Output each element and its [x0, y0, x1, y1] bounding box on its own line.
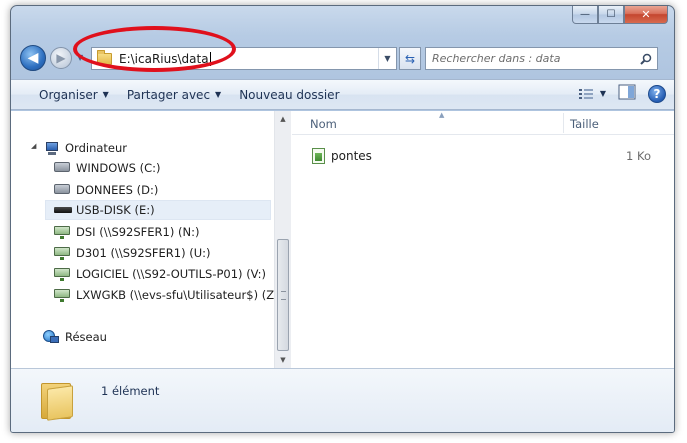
hard-drive-icon [54, 162, 70, 174]
network-drive-icon [54, 268, 70, 280]
network-drive-icon [54, 289, 70, 301]
sidebar-item-label: WINDOWS (C:) [76, 161, 161, 175]
caption-buttons: — ☐ ✕ [572, 6, 668, 24]
sidebar-item-label: DONNEES (D:) [76, 183, 159, 197]
sidebar-item-label: USB-DISK (E:) [76, 203, 155, 217]
preview-pane-button[interactable] [618, 84, 636, 103]
sidebar-item-drive-c[interactable]: WINDOWS (C:) [54, 158, 160, 178]
organize-label: Organiser [39, 87, 98, 102]
chevron-down-icon: ▼ [599, 89, 606, 98]
column-divider[interactable] [563, 113, 564, 133]
computer-icon [43, 141, 59, 155]
sidebar-item-label: Ordinateur [65, 141, 128, 155]
details-pane: 1 élément [11, 368, 674, 432]
sidebar-item-label: Réseau [65, 330, 107, 344]
details-view-icon [578, 88, 593, 99]
sidebar-item-computer[interactable]: ◢ Ordinateur [31, 138, 128, 158]
toolbar-right: ▼ ? [578, 84, 666, 103]
address-bar[interactable]: E:\icaRius\data ▼ [91, 47, 397, 70]
column-header-name[interactable]: Nom [310, 117, 337, 131]
organize-button[interactable]: Organiser ▼ [30, 83, 118, 107]
share-label: Partager avec [126, 87, 211, 102]
navigation-pane[interactable]: ◢ Ordinateur WINDOWS (C:) DONNEES (D:) U… [11, 111, 291, 368]
expand-arrow-icon[interactable]: ◢ [31, 142, 36, 150]
change-view-button[interactable]: ▼ [578, 88, 606, 100]
text-caret [209, 51, 211, 66]
share-button[interactable]: Partager avec ▼ [118, 83, 230, 107]
preview-pane-icon [618, 84, 636, 100]
file-size: 1 Ko [626, 149, 651, 163]
file-row[interactable]: pontes 1 Ko [306, 146, 666, 166]
network-icon [43, 330, 59, 344]
scroll-down-arrow[interactable]: ▼ [275, 352, 291, 368]
search-input[interactable] [426, 48, 635, 69]
sidebar-item-drive-n[interactable]: DSI (\\S92SFER1) (N:) [54, 222, 199, 242]
new-folder-button[interactable]: Nouveau dossier [230, 83, 348, 107]
content-area: ◢ Ordinateur WINDOWS (C:) DONNEES (D:) U… [11, 111, 674, 368]
sidebar-item-label: DSI (\\S92SFER1) (N:) [76, 225, 200, 239]
back-button[interactable]: ◀ [20, 45, 46, 71]
command-bar: Organiser ▼ Partager avec ▼ Nouveau doss… [11, 79, 674, 110]
recent-pages-dropdown[interactable]: ▼ [77, 54, 85, 62]
close-button[interactable]: ✕ [624, 6, 668, 24]
hard-drive-icon [54, 184, 70, 196]
scroll-up-arrow[interactable]: ▲ [275, 111, 291, 127]
column-header-size[interactable]: Taille [570, 117, 599, 131]
folder-icon [97, 49, 112, 65]
forward-button[interactable]: ▶ [50, 47, 72, 69]
sidebar-item-drive-d[interactable]: DONNEES (D:) [54, 180, 158, 200]
sidebar-item-network[interactable]: Réseau [43, 327, 107, 347]
navigation-bar: ◀ ▶ ▼ E:\icaRius\data ▼ ⇆ [11, 42, 674, 71]
folder-icon [41, 379, 75, 421]
file-list-pane[interactable]: ▲ Nom Taille pontes 1 Ko [292, 111, 674, 368]
chevron-down-icon: ▼ [215, 90, 222, 99]
network-drive-icon [54, 226, 70, 238]
address-dropdown-button[interactable]: ▼ [378, 48, 396, 69]
file-name: pontes [331, 149, 372, 163]
usb-drive-icon [54, 204, 72, 216]
sidebar-item-label: LOGICIEL (\\S92-OUTILS-P01) (V:) [76, 267, 266, 281]
maximize-button[interactable]: ☐ [598, 6, 624, 24]
search-box[interactable] [425, 47, 658, 70]
chevron-down-icon: ▼ [102, 90, 109, 99]
sidebar-item-label: D301 (\\S92SFER1) (U:) [76, 246, 211, 260]
spreadsheet-icon [312, 148, 325, 164]
sidebar-item-drive-z[interactable]: LXWGKB (\\evs-sfu\Utilisateur$) (Z:) [54, 285, 282, 305]
explorer-window: — ☐ ✕ ◀ ▶ ▼ E:\icaRius\data ▼ ⇆ Organise… [10, 5, 675, 433]
item-count: 1 élément [101, 384, 160, 398]
address-text[interactable]: E:\icaRius\data [119, 52, 209, 66]
navigation-scrollbar[interactable]: ▲ ▼ [274, 111, 291, 368]
refresh-button[interactable]: ⇆ [399, 47, 421, 70]
help-icon[interactable]: ? [648, 84, 666, 103]
new-folder-label: Nouveau dossier [239, 87, 340, 102]
sort-indicator-icon: ▲ [439, 111, 445, 119]
search-icon[interactable] [635, 53, 657, 65]
scroll-thumb[interactable] [277, 239, 289, 351]
sidebar-item-drive-v[interactable]: LOGICIEL (\\S92-OUTILS-P01) (V:) [54, 264, 266, 284]
network-drive-icon [54, 247, 70, 259]
minimize-button[interactable]: — [572, 6, 598, 24]
sidebar-item-drive-u[interactable]: D301 (\\S92SFER1) (U:) [54, 243, 211, 263]
sidebar-item-drive-e[interactable]: USB-DISK (E:) [45, 200, 271, 220]
column-header-row: ▲ Nom Taille [292, 111, 674, 135]
sidebar-item-label: LXWGKB (\\evs-sfu\Utilisateur$) (Z:) [76, 288, 283, 302]
